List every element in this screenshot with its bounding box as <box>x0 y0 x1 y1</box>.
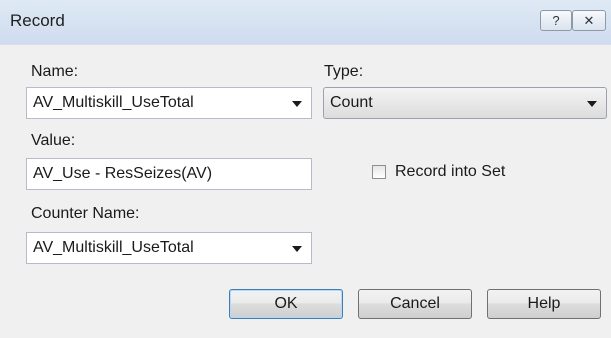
record-into-set-checkbox[interactable] <box>372 165 386 179</box>
name-combo[interactable]: AV_Multiskill_UseTotal <box>26 87 312 119</box>
help-icon[interactable]: ? <box>540 10 572 31</box>
record-into-set-label[interactable]: Record into Set <box>395 163 505 181</box>
record-dialog: Record ? ✕ Name: AV_Multiskill_UseTotal … <box>0 0 611 338</box>
counter-name-value: AV_Multiskill_UseTotal <box>33 239 194 256</box>
close-icon[interactable]: ✕ <box>572 10 606 31</box>
cancel-button[interactable]: Cancel <box>358 289 472 319</box>
name-value: AV_Multiskill_UseTotal <box>33 94 194 111</box>
chevron-down-icon <box>292 246 302 252</box>
counter-name-combo[interactable]: AV_Multiskill_UseTotal <box>26 232 312 264</box>
chevron-down-icon <box>587 101 597 107</box>
name-label: Name: <box>31 63 79 80</box>
dialog-title: Record <box>10 11 65 30</box>
type-select[interactable]: Count <box>323 87 607 119</box>
type-label: Type: <box>324 63 364 80</box>
chevron-down-icon <box>292 101 302 107</box>
value-text: AV_Use - ResSeizes(AV) <box>33 165 213 182</box>
type-value: Count <box>330 94 373 111</box>
value-input[interactable]: AV_Use - ResSeizes(AV) <box>26 158 312 190</box>
value-label: Value: <box>31 132 76 149</box>
counter-name-label: Counter Name: <box>31 205 140 222</box>
ok-button[interactable]: OK <box>229 289 343 319</box>
help-button[interactable]: Help <box>487 289 601 319</box>
title-bar[interactable]: Record ? ✕ <box>0 0 611 45</box>
